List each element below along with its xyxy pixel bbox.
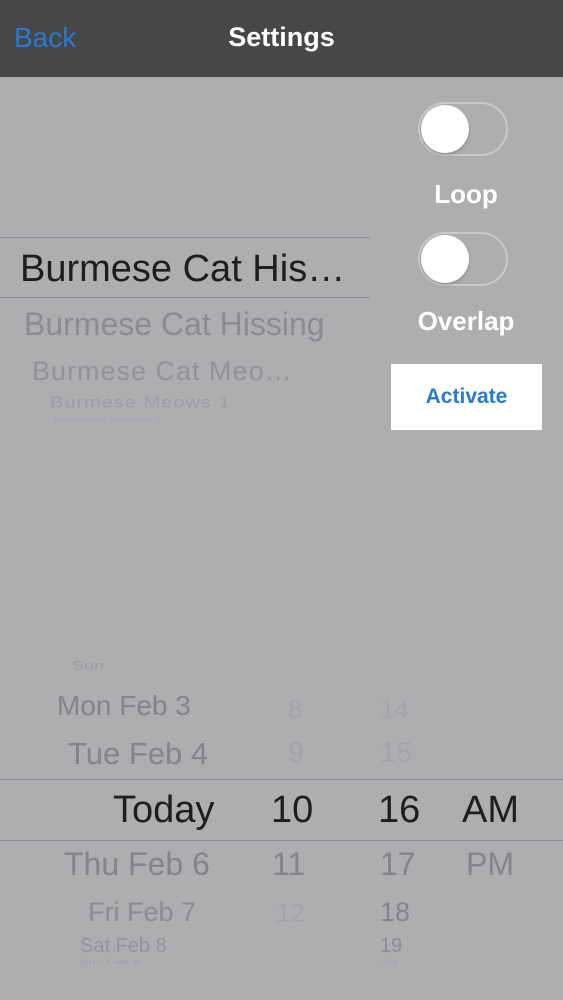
hour-item-selected[interactable]: 10 xyxy=(271,789,313,832)
loop-toggle[interactable] xyxy=(418,102,508,156)
navigation-bar: Back Settings xyxy=(0,0,563,77)
minute-item[interactable]: 14 xyxy=(380,694,409,725)
page-title: Settings xyxy=(228,22,335,52)
toggle-knob xyxy=(421,105,469,153)
hour-item[interactable]: 12 xyxy=(276,898,305,929)
minute-item[interactable]: 19 xyxy=(380,935,402,958)
ampm-item-selected[interactable]: AM xyxy=(462,789,519,832)
day-item[interactable]: Thu Feb 6 xyxy=(64,846,210,883)
loop-label: Loop xyxy=(434,179,498,209)
sound-item[interactable]: Burmese Cat Meo… xyxy=(32,356,293,387)
sound-item[interactable]: Burmese Meows 2 xyxy=(54,416,162,424)
day-item[interactable]: Mon Feb 3 xyxy=(57,690,191,722)
sound-item[interactable]: Burmese Cat Hissing xyxy=(24,306,325,343)
sound-item[interactable]: Burmese Meows 1 xyxy=(50,394,231,412)
date-time-picker[interactable]: Sun Mon Feb 3 Tue Feb 4 Today Thu Feb 6 … xyxy=(0,640,563,980)
day-item[interactable]: Sun Feb 9 xyxy=(80,958,140,966)
toggle-knob xyxy=(421,235,469,283)
day-item-selected[interactable]: Today xyxy=(113,789,214,832)
day-item[interactable]: Sun xyxy=(72,659,104,673)
activate-button[interactable]: Activate xyxy=(391,364,542,430)
hour-item[interactable]: 11 xyxy=(272,846,305,883)
sound-item-selected[interactable]: Burmese Cat His… xyxy=(20,248,345,291)
day-item[interactable]: Fri Feb 7 xyxy=(88,897,196,928)
overlap-label: Overlap xyxy=(417,306,515,336)
overlap-toggle[interactable] xyxy=(418,232,508,286)
minute-item[interactable]: 17 xyxy=(380,846,416,883)
sound-picker[interactable]: Burmese Cat His… Burmese Cat Hissing Bur… xyxy=(0,230,370,430)
hour-item[interactable]: 8 xyxy=(288,694,302,725)
day-item[interactable]: Tue Feb 4 xyxy=(68,736,208,772)
minute-item-selected[interactable]: 16 xyxy=(378,789,420,832)
picker-divider-bottom xyxy=(0,297,370,298)
ampm-item[interactable]: PM xyxy=(466,846,514,883)
minute-item[interactable]: 18 xyxy=(380,897,410,928)
picker-divider-top xyxy=(0,779,563,780)
hour-item[interactable]: 9 xyxy=(288,737,304,770)
picker-divider-bottom xyxy=(0,840,563,841)
minute-item[interactable]: 15 xyxy=(380,737,412,770)
picker-divider-top xyxy=(0,237,370,238)
day-item[interactable]: Sat Feb 8 xyxy=(80,935,167,958)
minute-item[interactable]: 20 xyxy=(382,958,396,966)
